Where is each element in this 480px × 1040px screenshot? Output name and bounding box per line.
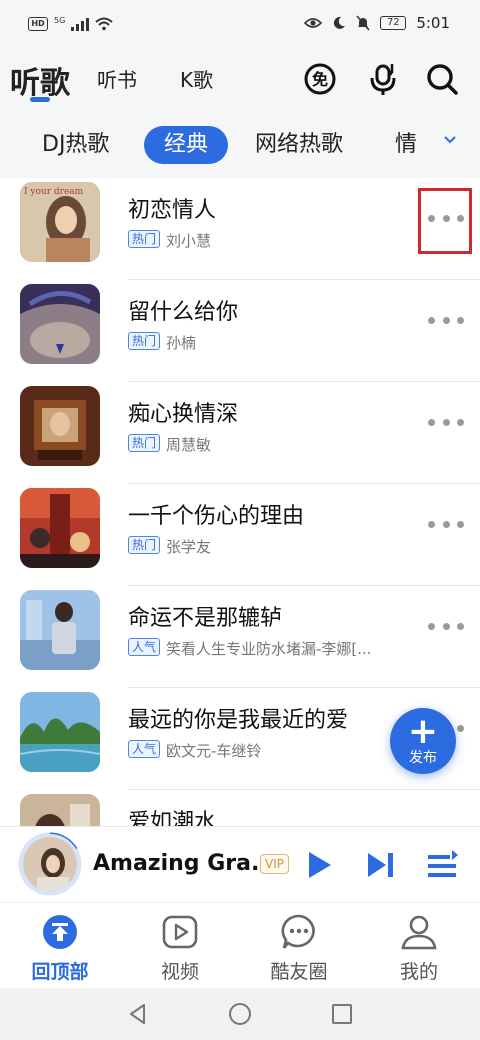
song-artist: 孙楠 xyxy=(166,334,197,352)
album-cover: I your dream xyxy=(20,182,100,262)
highlight-box xyxy=(418,188,472,254)
song-row[interactable]: 留什么给你 热门 孙楠 xyxy=(0,280,480,382)
song-tag: 热门 xyxy=(128,536,161,554)
song-title: 痴心换情深 xyxy=(128,402,239,427)
mute-bell-icon xyxy=(356,15,370,31)
more-options-icon[interactable] xyxy=(428,514,464,534)
album-cover xyxy=(20,386,100,466)
song-row[interactable]: 命运不是那辘轳 人气 笑看人生专业防水堵漏-李娜[... xyxy=(0,586,480,688)
album-cover xyxy=(20,692,100,772)
chip-network-hits[interactable]: 网络热歌 xyxy=(255,126,343,164)
search-icon[interactable] xyxy=(424,61,460,97)
album-cover xyxy=(20,794,100,826)
tab-video[interactable]: 视频 xyxy=(130,913,230,984)
album-cover xyxy=(20,590,100,670)
song-title: 留什么给你 xyxy=(128,300,239,325)
tab-listen-songs[interactable]: 听歌 xyxy=(10,58,70,102)
song-artist: 周慧敏 xyxy=(166,436,212,454)
chevron-down-icon[interactable] xyxy=(442,132,458,148)
battery-icon: 72 xyxy=(380,16,407,30)
back-to-top-icon xyxy=(43,915,77,949)
cover-caption: I your dream xyxy=(24,187,84,197)
publish-button[interactable]: + 发布 xyxy=(390,708,456,774)
top-nav: 听歌 听书 K歌 免 xyxy=(0,52,480,112)
song-tag: 人气 xyxy=(128,740,161,758)
back-icon[interactable] xyxy=(126,1002,150,1026)
song-row[interactable]: 爱如潮水 xyxy=(0,790,480,826)
now-playing-cover[interactable] xyxy=(20,834,80,894)
mic-icon[interactable] xyxy=(366,61,402,97)
network-type: 5G xyxy=(54,15,66,25)
more-options-icon[interactable] xyxy=(428,310,464,330)
wifi-icon xyxy=(95,17,113,31)
status-right: 72 5:01 xyxy=(304,14,450,32)
status-left: HD 5G xyxy=(28,15,113,31)
song-artist: 张学友 xyxy=(166,538,212,556)
hd-badge: HD xyxy=(28,17,48,31)
playlist-icon[interactable] xyxy=(424,847,460,883)
now-playing-title[interactable]: Amazing Gra... xyxy=(93,851,276,876)
song-artist: 欧文元-车继铃 xyxy=(166,742,262,760)
free-icon[interactable]: 免 xyxy=(302,61,338,97)
video-icon xyxy=(162,915,198,949)
chip-love[interactable]: 情 xyxy=(395,126,417,164)
clock: 5:01 xyxy=(416,14,450,32)
tab-friends[interactable]: 酷友圈 xyxy=(249,913,349,984)
moon-icon xyxy=(334,16,346,29)
active-tab-indicator xyxy=(30,97,50,102)
song-title: 爱如潮水 xyxy=(128,810,217,826)
vip-badge: VIP xyxy=(260,854,289,874)
user-icon xyxy=(401,915,437,950)
tab-label: 视频 xyxy=(160,961,199,983)
song-title: 初恋情人 xyxy=(128,198,217,223)
eye-icon xyxy=(304,18,323,28)
category-chips: DJ热歌 经典 网络热歌 情 xyxy=(0,112,480,178)
song-artist: 刘小慧 xyxy=(166,232,212,250)
song-row[interactable]: I your dream 初恋情人 热门 刘小慧 xyxy=(0,178,480,280)
tab-label: 回顶部 xyxy=(31,961,89,983)
more-options-icon[interactable] xyxy=(428,616,464,636)
play-icon[interactable] xyxy=(300,847,336,883)
tab-karaoke[interactable]: K歌 xyxy=(180,64,213,93)
signal-icon xyxy=(71,17,90,31)
tab-label: 我的 xyxy=(399,961,438,983)
next-track-icon[interactable] xyxy=(362,847,398,883)
tab-audiobooks[interactable]: 听书 xyxy=(97,64,137,93)
song-title: 一千个伤心的理由 xyxy=(128,504,305,529)
chip-dj[interactable]: DJ热歌 xyxy=(42,126,109,164)
free-badge-text: 免 xyxy=(312,70,328,89)
tab-label: 酷友圈 xyxy=(270,961,328,983)
album-cover xyxy=(20,284,100,364)
plus-icon: + xyxy=(407,711,439,752)
song-title: 最远的你是我最近的爱 xyxy=(128,708,349,733)
album-cover xyxy=(20,488,100,568)
status-bar: HD 5G 72 5:01 xyxy=(0,0,480,52)
song-tag: 热门 xyxy=(128,230,161,248)
chip-classic[interactable]: 经典 xyxy=(144,126,229,164)
more-options-icon[interactable] xyxy=(428,412,464,432)
home-icon[interactable] xyxy=(228,1002,252,1026)
song-tag: 热门 xyxy=(128,434,161,452)
song-row[interactable]: 痴心换情深 热门 周慧敏 xyxy=(0,382,480,484)
bottom-tab-bar: 回顶部 视频 酷友圈 我的 xyxy=(0,902,480,988)
song-title: 命运不是那辘轳 xyxy=(128,606,283,631)
tab-back-to-top[interactable]: 回顶部 xyxy=(10,913,110,984)
song-tag: 热门 xyxy=(128,332,161,350)
song-row[interactable]: 一千个伤心的理由 热门 张学友 xyxy=(0,484,480,586)
song-tag: 人气 xyxy=(128,638,161,656)
tab-mine[interactable]: 我的 xyxy=(369,913,469,984)
recents-icon[interactable] xyxy=(330,1002,354,1026)
song-artist: 笑看人生专业防水堵漏-李娜[... xyxy=(166,640,372,658)
publish-label: 发布 xyxy=(409,750,437,766)
system-nav-bar xyxy=(0,988,480,1040)
mini-player[interactable]: Amazing Gra... VIP xyxy=(0,826,480,902)
chat-bubble-icon xyxy=(281,914,315,949)
